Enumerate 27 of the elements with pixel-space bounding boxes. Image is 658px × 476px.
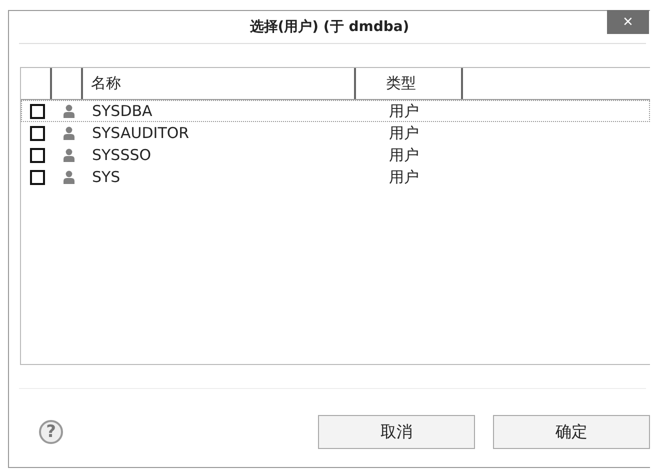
table-cell: 用户 xyxy=(389,102,419,120)
user-icon xyxy=(62,126,74,140)
table-cell: SYS xyxy=(92,168,120,186)
checkbox[interactable] xyxy=(30,126,45,140)
checkbox[interactable] xyxy=(30,104,45,118)
table-row[interactable]: SYSSSO 用户 xyxy=(21,144,650,166)
table-cell: 用户 xyxy=(389,124,419,142)
close-button[interactable]: × xyxy=(607,10,649,34)
table-row[interactable]: SYSDBA 用户 xyxy=(21,100,650,122)
table-row[interactable]: SYS 用户 xyxy=(21,166,650,188)
table-cell: SYSAUDITOR xyxy=(92,124,190,142)
user-icon xyxy=(62,148,74,162)
window-title: 选择(用户) (于 dmdba) xyxy=(250,18,410,36)
user-icon xyxy=(62,104,74,118)
checkbox[interactable] xyxy=(30,148,45,162)
checkbox[interactable] xyxy=(30,170,45,184)
user-icon xyxy=(62,170,74,184)
table-cell: SYSSSO xyxy=(92,146,152,164)
table-cell: SYSDBA xyxy=(92,102,152,120)
column-header[interactable]: 类型 xyxy=(356,68,463,99)
dialog-button[interactable]: 确定 xyxy=(493,415,650,449)
help-icon[interactable]: ? xyxy=(39,420,63,444)
table-row[interactable]: SYSAUDITOR 用户 xyxy=(21,122,650,144)
table-cell: 用户 xyxy=(389,146,419,164)
dialog-button[interactable]: 取消 xyxy=(318,415,475,449)
table-cell: 用户 xyxy=(389,168,419,186)
column-header[interactable]: 名称 xyxy=(83,68,356,99)
